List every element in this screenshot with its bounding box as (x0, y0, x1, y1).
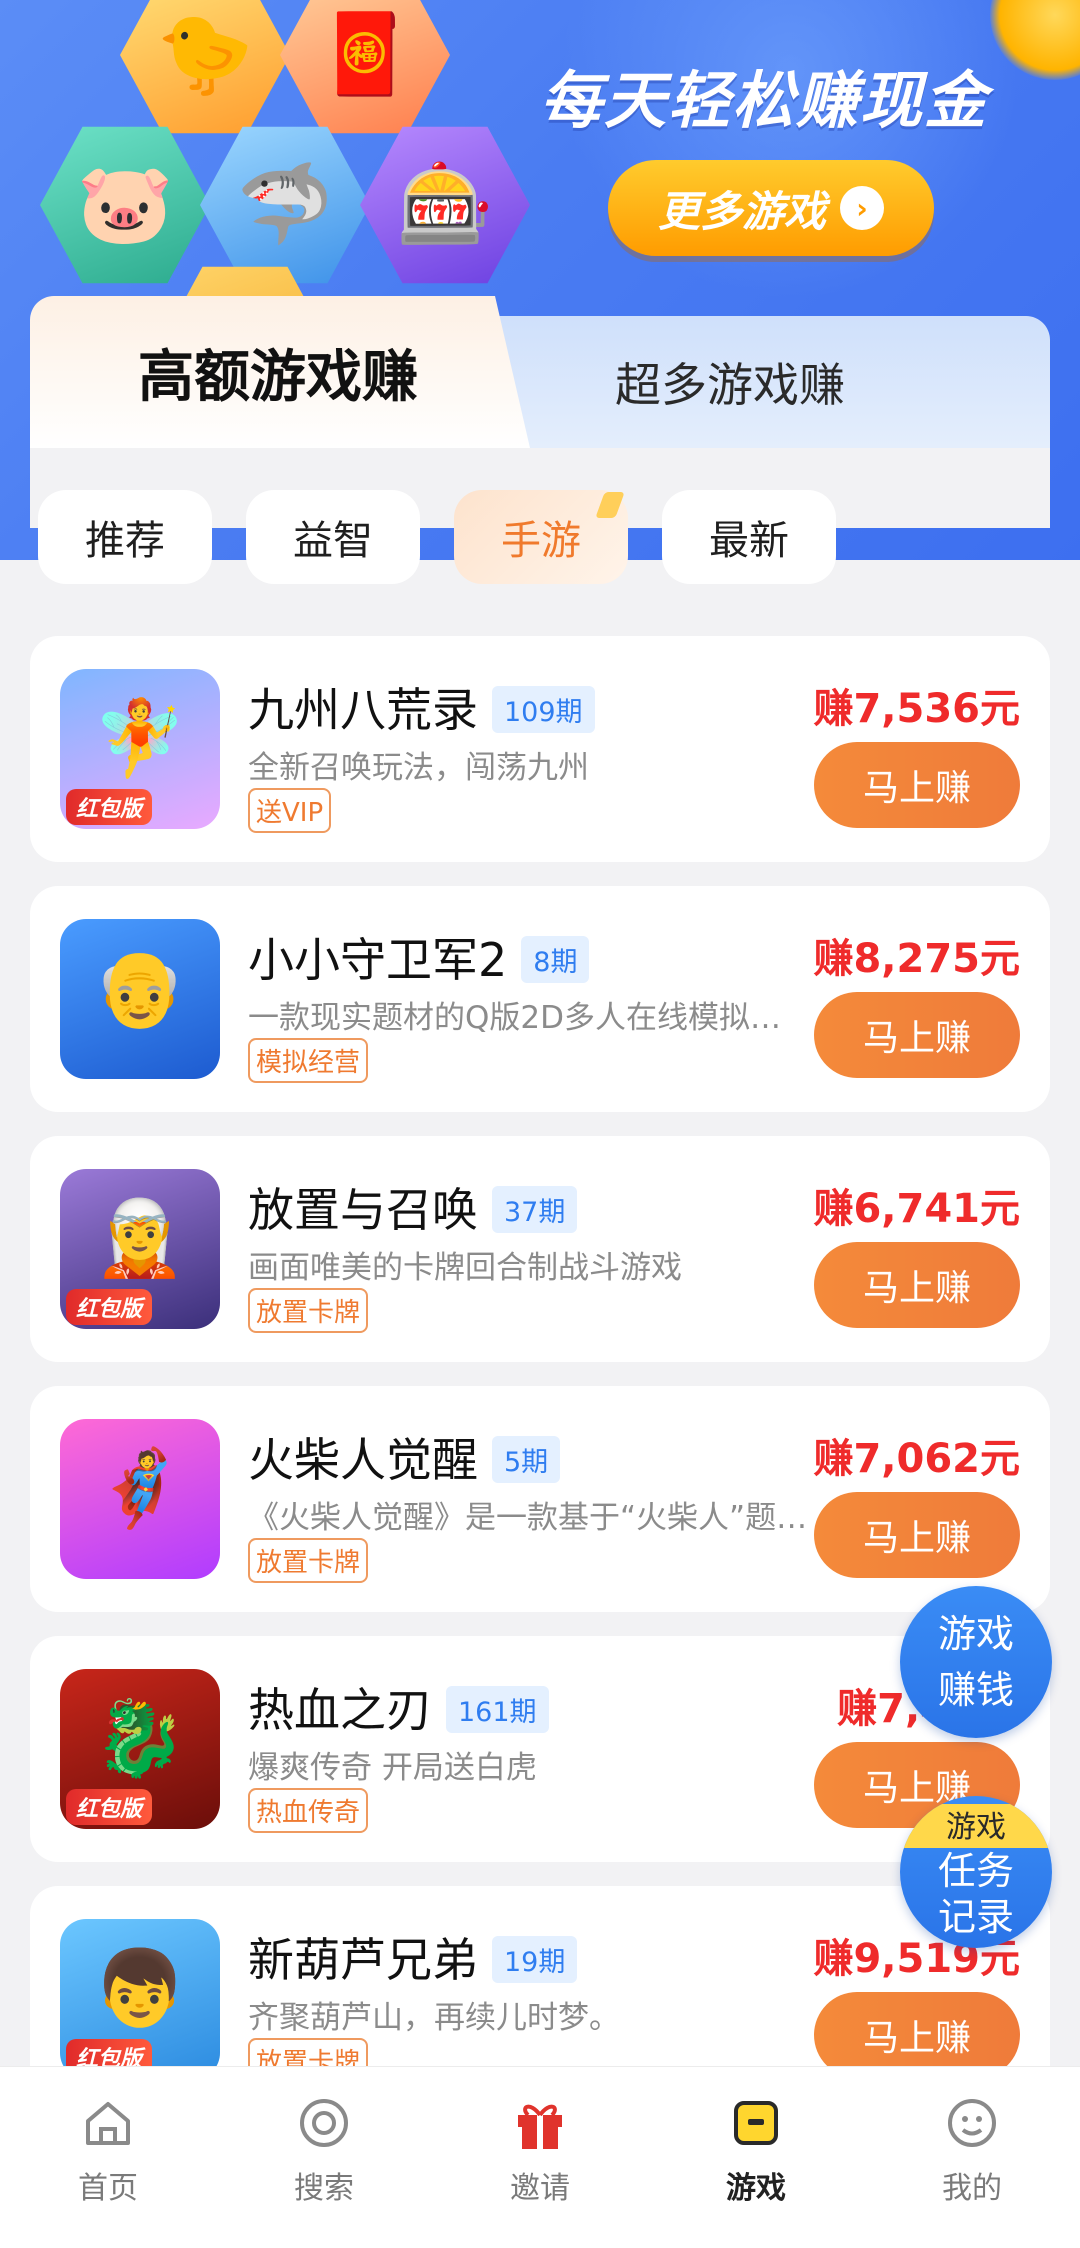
reward-amount: 赚6,741元 (813, 1186, 1020, 1232)
profile-icon (940, 2091, 1004, 2155)
anime-girl-icon: 🧝 红包版 (60, 1169, 220, 1329)
game-title: 九州八荒录 109期 (248, 674, 595, 740)
filter-recommend[interactable]: 推荐 (38, 490, 212, 584)
game-tag: 热血传奇 (248, 1788, 369, 1833)
shark-icon: 🦈 (200, 126, 370, 284)
period-badge: 19期 (492, 1936, 578, 1983)
tab-label: 高额游戏赚 (138, 344, 418, 410)
filter-puzzle[interactable]: 益智 (246, 490, 420, 584)
reward-amount: 赚7,536元 (813, 686, 1020, 732)
period-badge: 161期 (446, 1686, 549, 1733)
game-card[interactable]: 🧝 红包版 放置与召唤 37期 画面唯美的卡牌回合制战斗游戏 放置卡牌 赚6,74… (30, 1136, 1050, 1362)
stickman-warrior-icon: 🦸 (60, 1419, 220, 1579)
game-description: 全新召唤玩法，闯荡九州 (248, 750, 589, 786)
earn-now-button[interactable]: 马上赚 (814, 1492, 1020, 1578)
more-games-label: 更多游戏 (657, 186, 826, 236)
main-tabs: 超多游戏赚 高额游戏赚 (30, 296, 1050, 448)
game-card[interactable]: 🦸 火柴人觉醒5期 《火柴人觉醒》是一款基于“火柴人”题材的动作游戏 放置卡牌 … (30, 1386, 1050, 1612)
period-badge: 109期 (492, 686, 595, 733)
nav-game[interactable]: 游戏 (648, 2067, 864, 2248)
game-title: 火柴人觉醒 5期 (248, 1424, 561, 1490)
game-tag: 放置卡牌 (248, 1538, 369, 1583)
old-man-coin-icon: 👴 (60, 919, 220, 1079)
hongbao-badge: 红包版 (66, 789, 153, 825)
game-description: 《火柴人觉醒》是一款基于“火柴人”题材的动作游戏 (248, 1500, 808, 1536)
float-label: 游戏 (937, 1612, 1014, 1656)
game-tag: 送VIP (248, 788, 332, 833)
game-card[interactable]: 🧚 红包版 九州八荒录 109期 全新召唤玩法，闯荡九州 送VIP 赚7,536元… (30, 636, 1050, 862)
nav-home[interactable]: 首页 (0, 2067, 216, 2248)
game-description: 画面唯美的卡牌回合制战斗游戏 (248, 1250, 682, 1286)
reward-amount: 赚7,062元 (813, 1436, 1020, 1482)
game-description: 爆爽传奇 开局送白虎 (248, 1750, 537, 1786)
search-icon (292, 2091, 356, 2155)
nav-label: 搜索 (294, 2171, 354, 2206)
gift-icon (508, 2091, 572, 2155)
pink-pig-icon: 🐷 (40, 126, 210, 284)
nav-label: 首页 (78, 2171, 138, 2206)
bottom-nav: 首页 搜索 邀请 游戏 我的 (0, 2066, 1080, 2248)
game-description: 一款现实题材的Q版2D多人在线模拟经营游戏 (248, 1000, 808, 1036)
nav-label: 邀请 (510, 2171, 570, 2206)
game-title: 热血之刃 161期 (248, 1674, 549, 1740)
tab-high-reward-earn[interactable]: 高额游戏赚 (30, 296, 530, 448)
game-tag: 模拟经营 (248, 1038, 369, 1083)
reward-amount: 赚8,275元 (813, 936, 1020, 982)
nav-profile[interactable]: 我的 (864, 2067, 1080, 2248)
home-icon (76, 2091, 140, 2155)
nav-label: 我的 (942, 2171, 1002, 2206)
period-badge: 5期 (492, 1436, 561, 1483)
task-record-float-button[interactable]: 游戏 任务 记录 (900, 1796, 1052, 1948)
float-label: 赚钱 (937, 1668, 1014, 1712)
slot-machine-icon: 🎰 (360, 126, 530, 284)
game-title: 小小守卫军2 8期 (248, 924, 590, 990)
filter-chips: 推荐 益智 手游 最新 (38, 490, 836, 584)
game-title: 新葫芦兄弟 19期 (248, 1924, 578, 1990)
hongbao-badge: 红包版 (66, 1789, 153, 1825)
nav-invite[interactable]: 邀请 (432, 2067, 648, 2248)
game-tag: 放置卡牌 (248, 1288, 369, 1333)
hongbao-badge: 红包版 (66, 1289, 153, 1325)
game-earn-float-button[interactable]: 游戏 赚钱 (900, 1586, 1052, 1738)
nav-search[interactable]: 搜索 (216, 2067, 432, 2248)
period-badge: 37期 (492, 1186, 578, 1233)
float-label: 记录 (937, 1895, 1014, 1939)
period-badge: 8期 (521, 936, 590, 983)
earn-now-button[interactable]: 马上赚 (814, 1242, 1020, 1328)
nav-label: 游戏 (726, 2171, 786, 2206)
game-description: 齐聚葫芦山，再续儿时梦。 (248, 2000, 620, 2036)
earn-now-button[interactable]: 马上赚 (814, 742, 1020, 828)
filter-mobile-games[interactable]: 手游 (454, 490, 628, 584)
earn-now-button[interactable]: 马上赚 (814, 992, 1020, 1078)
golden-dragon-icon: 🐉 红包版 (60, 1669, 220, 1829)
chevron-right-icon: › (840, 186, 884, 230)
game-card[interactable]: 🐉 红包版 热血之刃 161期 爆爽传奇 开局送白虎 热血传奇 赚7,4 马上赚 (30, 1636, 1050, 1862)
fortune-god-icon: 🧧 (280, 0, 450, 134)
game-title: 放置与召唤 37期 (248, 1174, 578, 1240)
chick-character-icon: 🐤 (120, 0, 290, 134)
banner-title: 每天轻松赚现金 (540, 64, 989, 137)
game-icon (724, 2091, 788, 2155)
calabash-brother-icon: 👦 红包版 (60, 1919, 220, 2079)
fairy-girl-icon: 🧚 红包版 (60, 669, 220, 829)
filter-newest[interactable]: 最新 (662, 490, 836, 584)
float-label: 任务 (937, 1849, 1014, 1893)
tab-label: 超多游戏赚 (615, 358, 845, 412)
game-card[interactable]: 👴 小小守卫军28期 一款现实题材的Q版2D多人在线模拟经营游戏 模拟经营 赚8… (30, 886, 1050, 1112)
more-games-button[interactable]: 更多游戏 › (608, 160, 934, 256)
